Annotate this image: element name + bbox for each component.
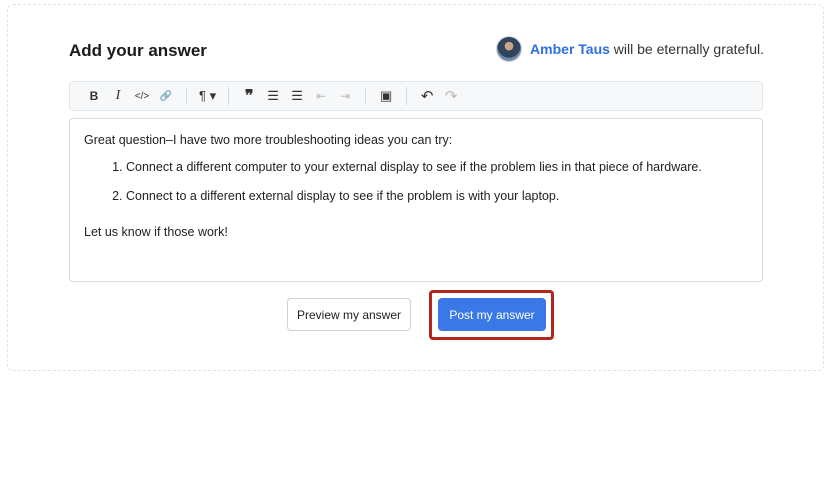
preview-answer-button[interactable]: Preview my answer: [287, 298, 411, 331]
toolbar-divider: [228, 87, 230, 105]
answer-title: Add your answer: [69, 41, 207, 60]
editor-list: Connect a different computer to your ext…: [84, 159, 748, 205]
editor-toolbar: B I </> 🔗 ¶ ▾ ❞ ☰ ☰ ⇤ ⇥ ▣ ↶ ↷: [69, 81, 763, 111]
undo-icon[interactable]: ↶: [415, 85, 439, 107]
code-icon[interactable]: </>: [130, 85, 154, 107]
blockquote-icon[interactable]: ❞: [237, 85, 261, 107]
editor-closing: Let us know if those work!: [84, 225, 228, 239]
post-answer-button[interactable]: Post my answer: [438, 298, 546, 331]
image-icon[interactable]: ▣: [374, 85, 398, 107]
outdent-icon[interactable]: ⇤: [309, 85, 333, 107]
link-icon[interactable]: 🔗: [154, 85, 178, 107]
numbered-list-icon[interactable]: ☰: [285, 85, 309, 107]
grateful-text: Amber Taus will be eternally grateful.: [530, 41, 764, 57]
avatar[interactable]: [496, 36, 523, 62]
toolbar-divider: [186, 87, 187, 105]
toolbar-divider: [365, 87, 367, 105]
list-item: Connect to a different external display …: [126, 188, 748, 205]
list-item: Connect a different computer to your ext…: [126, 159, 748, 176]
answer-editor[interactable]: Great question–I have two more troublesh…: [69, 118, 763, 282]
redo-icon[interactable]: ↷: [439, 85, 463, 107]
user-link[interactable]: Amber Taus: [530, 41, 610, 57]
editor-intro: Great question–I have two more troublesh…: [84, 133, 453, 147]
bulleted-list-icon[interactable]: ☰: [261, 85, 285, 107]
italic-icon[interactable]: I: [106, 85, 130, 107]
grateful-note: Amber Taus will be eternally grateful.: [496, 36, 764, 62]
toolbar-divider: [406, 87, 408, 105]
indent-icon[interactable]: ⇥: [333, 85, 357, 107]
paragraph-icon[interactable]: ¶ ▾: [195, 85, 220, 107]
bold-icon[interactable]: B: [82, 85, 106, 107]
